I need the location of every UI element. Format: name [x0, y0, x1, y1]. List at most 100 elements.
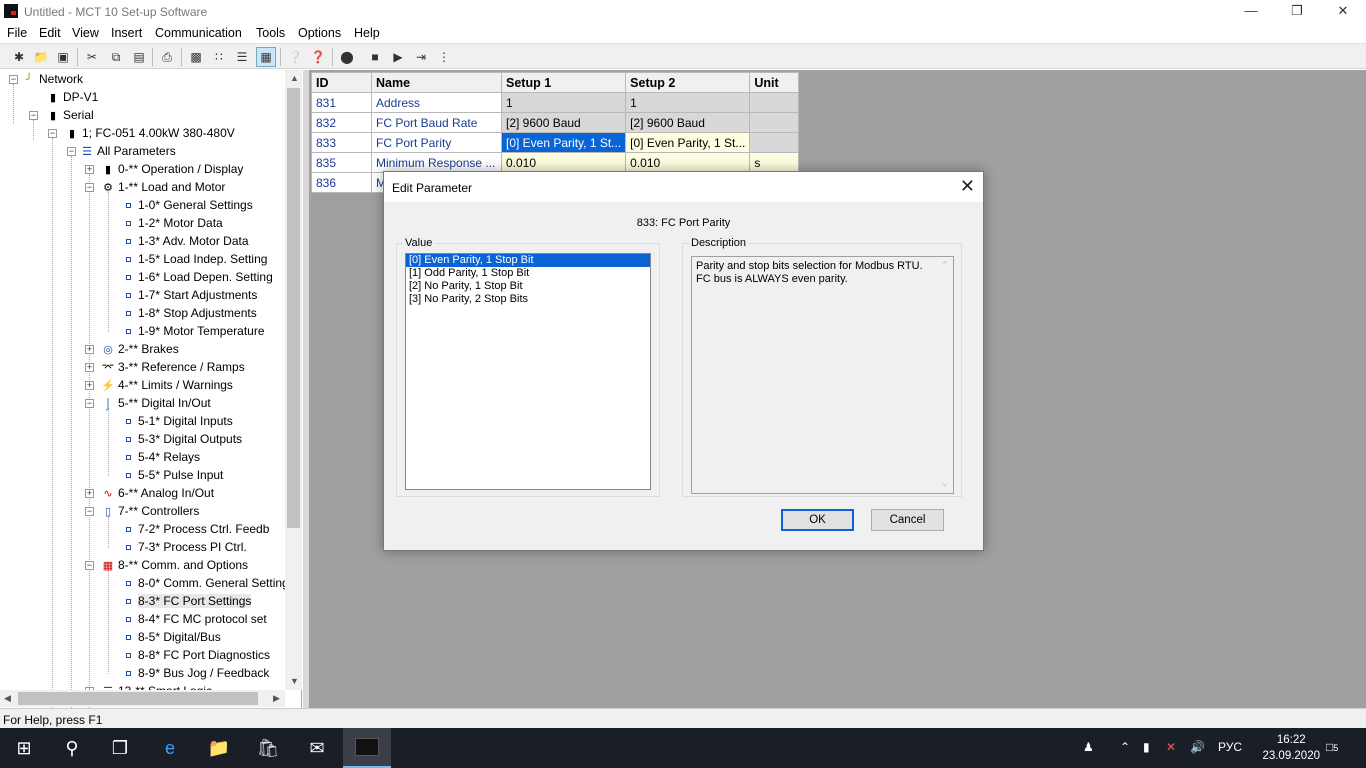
tree-hscroll-thumb[interactable]: [18, 692, 258, 705]
menu-tools[interactable]: Tools: [256, 26, 285, 40]
cell-setup1[interactable]: [2] 9600 Baud: [500, 112, 627, 133]
search-icon[interactable]: ⚲: [48, 728, 96, 768]
col-unit[interactable]: Unit: [749, 72, 800, 93]
tree-item-1-6[interactable]: 1-6* Load Depen. Setting: [124, 268, 273, 286]
mct10-app-icon[interactable]: [343, 728, 391, 768]
tree-group-4[interactable]: ⚡ 4-** Limits / Warnings: [101, 376, 233, 394]
save-icon[interactable]: ▣: [53, 47, 73, 67]
print-icon[interactable]: ⎙: [157, 47, 177, 67]
tree-item-8-9[interactable]: 8-9* Bus Jog / Feedback: [124, 664, 269, 682]
tree-item-8-0[interactable]: 8-0* Comm. General Setting: [124, 574, 289, 592]
tree-item-5-4[interactable]: 5-4* Relays: [124, 448, 200, 466]
tree-vscroll-thumb[interactable]: [287, 88, 300, 528]
mail-icon[interactable]: ✉: [293, 728, 341, 768]
restore-button[interactable]: ❐: [1274, 0, 1320, 24]
large-icons-icon[interactable]: ▩: [186, 47, 206, 67]
dialog-close-icon[interactable]: ✕: [960, 176, 975, 197]
menu-help[interactable]: Help: [354, 26, 380, 40]
tree-item-5-1[interactable]: 5-1* Digital Inputs: [124, 412, 233, 430]
about-icon[interactable]: ❔: [285, 47, 305, 67]
menu-file[interactable]: File: [7, 26, 27, 40]
menu-view[interactable]: View: [72, 26, 99, 40]
close-button[interactable]: ✕: [1320, 0, 1366, 24]
tree-all-parameters[interactable]: ☰ All Parameters: [80, 142, 176, 160]
details-view-icon[interactable]: ▦: [256, 47, 276, 67]
file-explorer-icon[interactable]: 📁: [195, 728, 243, 768]
tree-item-1-9[interactable]: 1-9* Motor Temperature: [124, 322, 265, 340]
table-row[interactable]: 835 Minimum Response ... 0.010 0.010 s: [311, 152, 800, 173]
tree-item-8-5[interactable]: 8-5* Digital/Bus: [124, 628, 221, 646]
list-item[interactable]: [3] No Parity, 2 Stop Bits: [406, 293, 650, 306]
tree-item-1-5[interactable]: 1-5* Load Indep. Setting: [124, 250, 267, 268]
tree-item-7-2[interactable]: 7-2* Process Ctrl. Feedb: [124, 520, 269, 538]
cell-setup2[interactable]: 0.010: [625, 152, 751, 173]
tree-group-3[interactable]: ⌤ 3-** Reference / Ramps: [101, 358, 245, 376]
list-item[interactable]: [0] Even Parity, 1 Stop Bit: [406, 254, 650, 267]
network-icon[interactable]: ✕: [1166, 740, 1176, 754]
chevron-up-icon[interactable]: ⌃: [1120, 740, 1130, 754]
tree-item-1-0[interactable]: 1-0* General Settings: [124, 196, 253, 214]
tree-serial[interactable]: ▮ Serial: [46, 106, 94, 124]
store-icon[interactable]: 🛍: [244, 728, 292, 768]
menu-options[interactable]: Options: [298, 26, 341, 40]
cell-setup1[interactable]: 0.010: [500, 152, 627, 173]
col-name[interactable]: Name: [371, 72, 502, 93]
tree-item-1-8[interactable]: 1-8* Stop Adjustments: [124, 304, 257, 322]
tree-group-8[interactable]: ▦ 8-** Comm. and Options: [101, 556, 248, 574]
notifications-icon[interactable]: □5: [1326, 740, 1338, 754]
cell-setup1[interactable]: [0] Even Parity, 1 St...: [500, 132, 627, 153]
value-listbox[interactable]: [0] Even Parity, 1 Stop Bit [1] Odd Pari…: [405, 253, 651, 490]
tree-item-1-3[interactable]: 1-3* Adv. Motor Data: [124, 232, 249, 250]
copy-icon[interactable]: ⧉: [106, 47, 126, 67]
cancel-button[interactable]: Cancel: [871, 509, 944, 531]
volume-icon[interactable]: 🔊: [1190, 740, 1205, 754]
people-icon[interactable]: ♟: [1083, 740, 1094, 754]
paste-icon[interactable]: ▤: [129, 47, 149, 67]
col-setup2[interactable]: Setup 2: [625, 72, 751, 93]
minimize-button[interactable]: —: [1228, 0, 1274, 24]
list-view-icon[interactable]: ☰: [232, 47, 252, 67]
stop-icon[interactable]: ⬤: [337, 47, 357, 67]
tree-group-5[interactable]: ⌡ 5-** Digital In/Out: [101, 394, 211, 412]
small-icons-icon[interactable]: ∷: [209, 47, 229, 67]
cell-setup2[interactable]: 1: [625, 92, 751, 113]
tree-group-1[interactable]: ⚙ 1-** Load and Motor: [101, 178, 225, 196]
task-view-icon[interactable]: ❐: [96, 728, 144, 768]
col-id[interactable]: ID: [311, 72, 372, 93]
tree-item-1-2[interactable]: 1-2* Motor Data: [124, 214, 223, 232]
clock[interactable]: 16:22 23.09.2020: [1262, 732, 1320, 764]
tree-network[interactable]: ╯ Network: [22, 70, 83, 88]
tree-drive[interactable]: ▮ 1; FC-051 4.00kW 380-480V: [65, 124, 235, 142]
table-row[interactable]: 833 FC Port Parity [0] Even Parity, 1 St…: [311, 132, 800, 153]
col-setup1[interactable]: Setup 1: [500, 72, 627, 93]
play-icon[interactable]: ▶: [388, 47, 408, 67]
language-indicator[interactable]: РУС: [1218, 740, 1242, 754]
context-help-icon[interactable]: ❓: [308, 47, 328, 67]
cell-setup1[interactable]: 1: [500, 92, 627, 113]
tree-item-5-3[interactable]: 5-3* Digital Outputs: [124, 430, 242, 448]
tree-group-0[interactable]: ▮ 0-** Operation / Display: [101, 160, 243, 178]
tree-horizontal-scrollbar[interactable]: ◀ ▶: [0, 690, 285, 707]
tree-group-2[interactable]: ◎ 2-** Brakes: [101, 340, 179, 358]
start-icon[interactable]: ⊞: [0, 728, 48, 768]
tree-item-7-3[interactable]: 7-3* Process PI Ctrl.: [124, 538, 247, 556]
tree-item-5-5[interactable]: 5-5* Pulse Input: [124, 466, 223, 484]
list-item[interactable]: [1] Odd Parity, 1 Stop Bit: [406, 267, 650, 280]
tree-item-1-7[interactable]: 1-7* Start Adjustments: [124, 286, 257, 304]
scan-network-icon[interactable]: ⋮: [434, 47, 454, 67]
ok-button[interactable]: OK: [781, 509, 854, 531]
tree-item-8-8[interactable]: 8-8* FC Port Diagnostics: [124, 646, 270, 664]
cut-icon[interactable]: ✂: [82, 47, 102, 67]
menu-communication[interactable]: Communication: [155, 26, 242, 40]
table-row[interactable]: 832 FC Port Baud Rate [2] 9600 Baud [2] …: [311, 112, 800, 133]
write-to-drive-icon[interactable]: ⇥: [411, 47, 431, 67]
new-icon[interactable]: ✱: [9, 47, 29, 67]
tree-group-6[interactable]: ∿ 6-** Analog In/Out: [101, 484, 214, 502]
cell-setup2[interactable]: [2] 9600 Baud: [625, 112, 751, 133]
edge-icon[interactable]: e: [146, 728, 194, 768]
read-icon[interactable]: ■: [365, 47, 385, 67]
tree-group-7[interactable]: ▯ 7-** Controllers: [101, 502, 199, 520]
tree-item-8-4[interactable]: 8-4* FC MC protocol set: [124, 610, 267, 628]
table-row[interactable]: 831 Address 1 1: [311, 92, 800, 113]
battery-icon[interactable]: ▮: [1143, 740, 1150, 754]
